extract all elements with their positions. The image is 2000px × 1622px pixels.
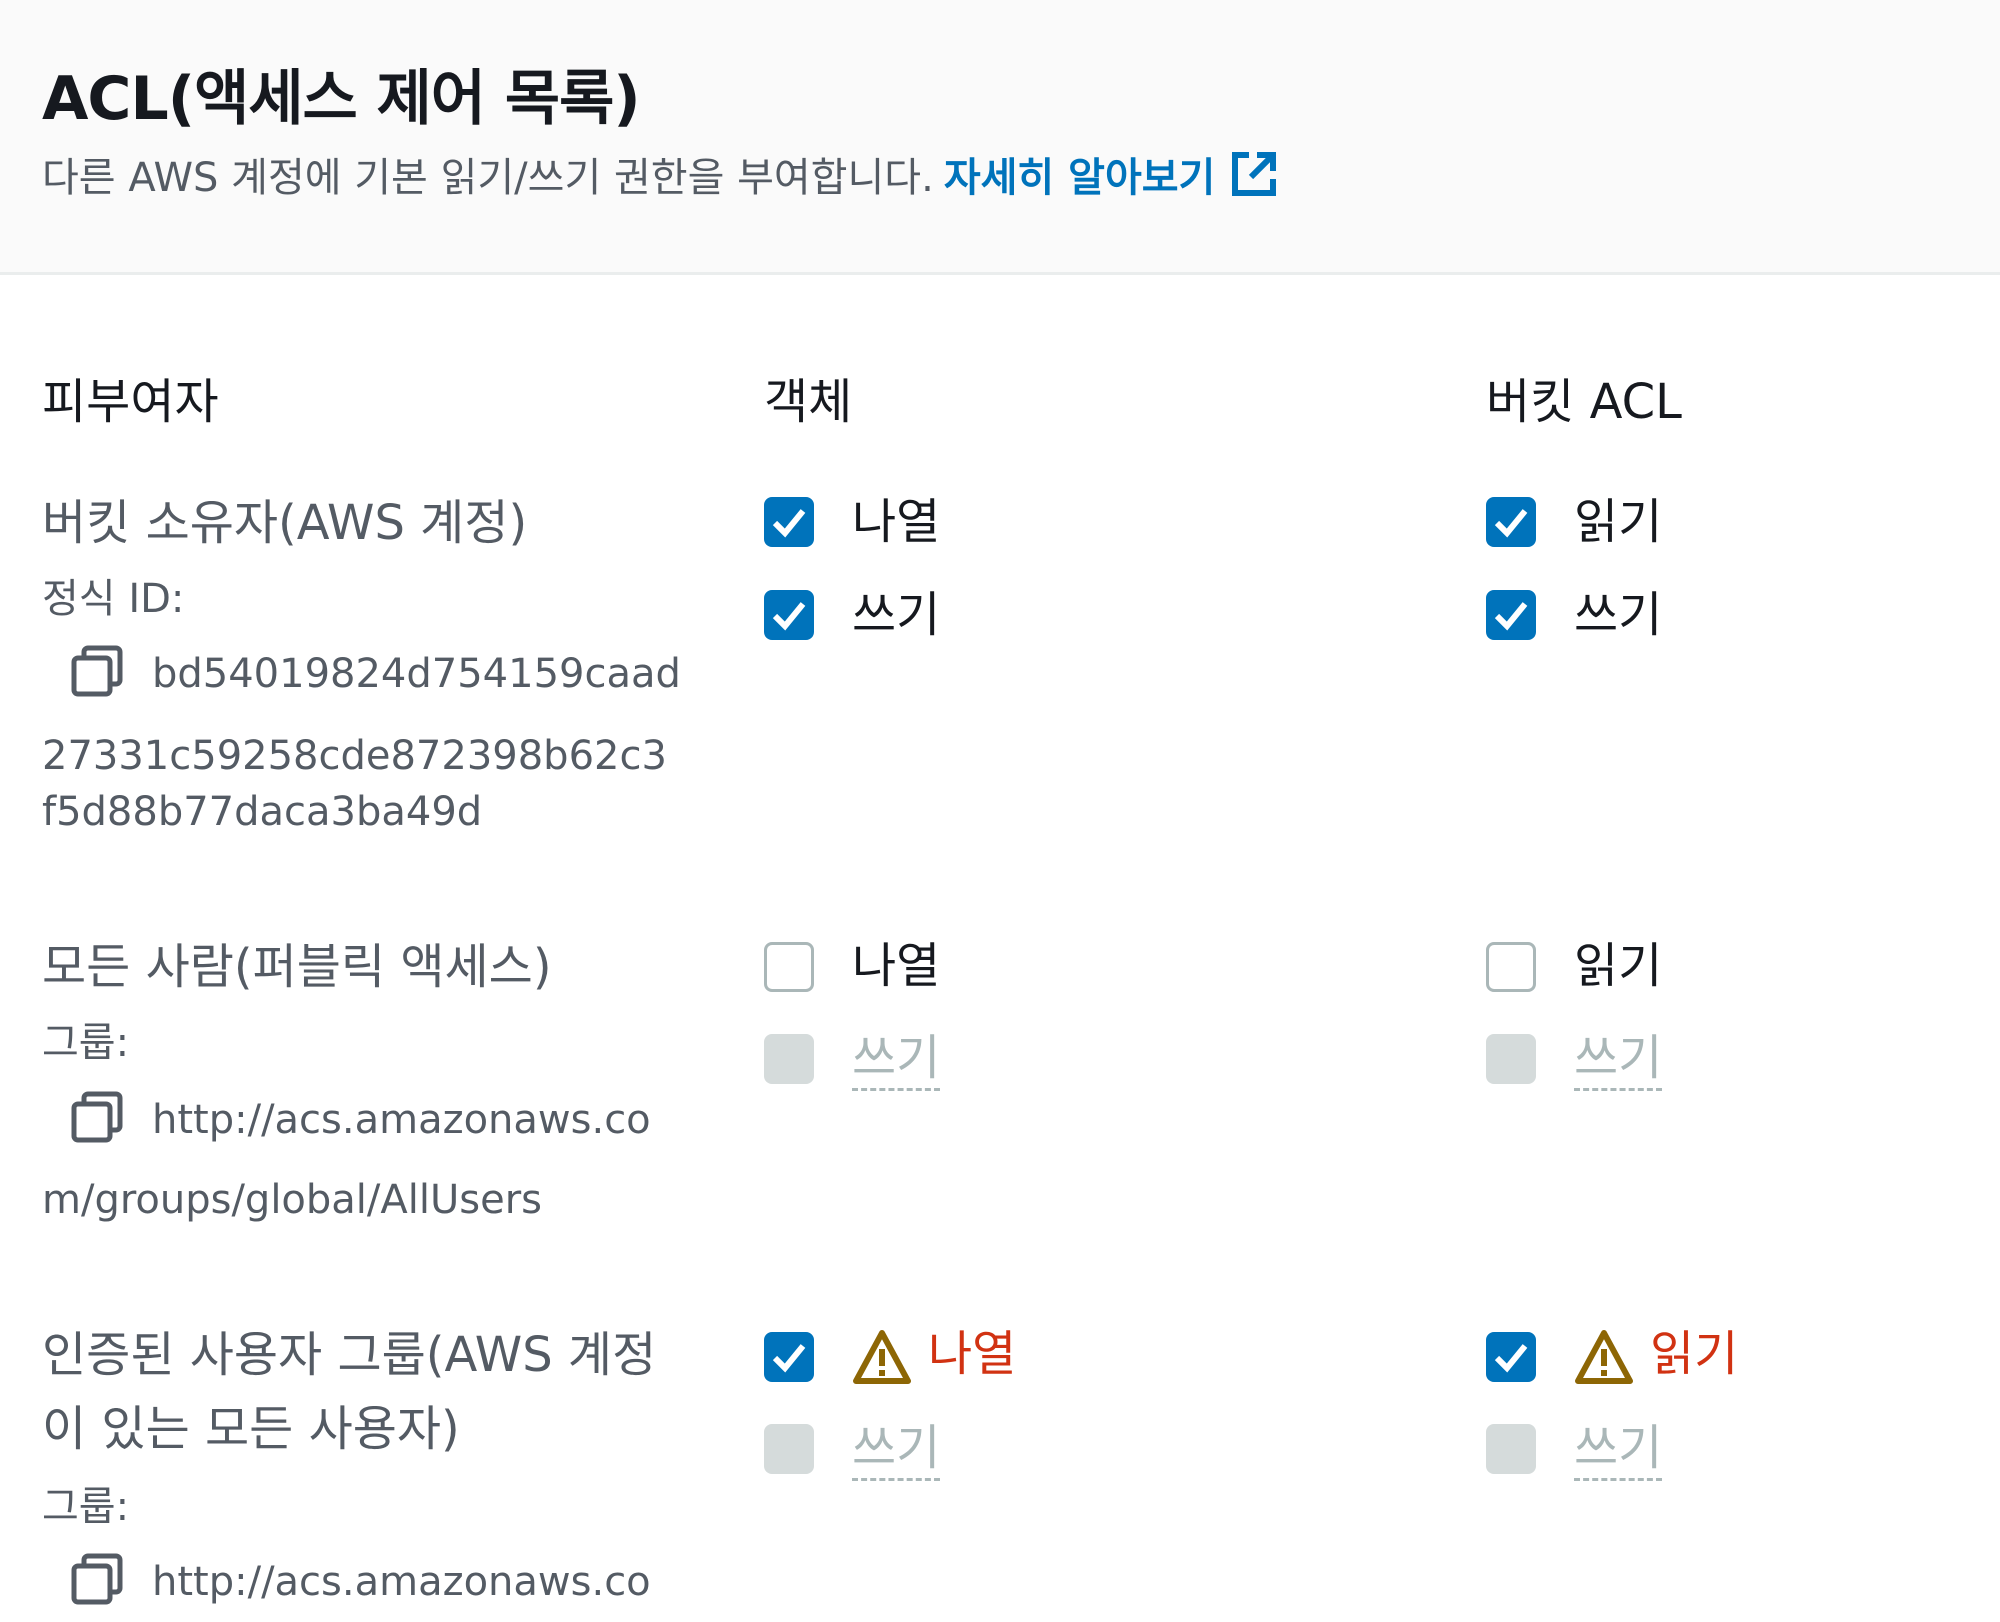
description-text: 다른 AWS 계정에 기본 읽기/쓰기 권한을 부여합니다. <box>42 155 934 201</box>
check-icon <box>1494 1344 1528 1373</box>
check-icon <box>772 1344 806 1373</box>
bucket-write-checkbox-disabled <box>1486 1424 1536 1474</box>
group-uri-line: http://acs.amazonaws.co <box>152 1097 651 1143</box>
group-uri-line: m/groups/global/AllUsers <box>42 1177 542 1223</box>
objects-list-label-warning[interactable]: 나열 <box>928 1326 1016 1382</box>
bucket-read-checkbox[interactable] <box>1486 497 1536 547</box>
warning-icon <box>1574 1328 1634 1390</box>
warning-icon <box>852 1328 912 1390</box>
objects-write-checkbox-disabled <box>764 1034 814 1084</box>
check-icon <box>772 509 806 538</box>
bucket-write-label[interactable]: 쓰기 <box>1574 587 1662 643</box>
page-title: ACL(액세스 제어 목록) <box>42 64 641 134</box>
copy-icon[interactable] <box>70 1090 124 1148</box>
bucket-read-label-warning[interactable]: 읽기 <box>1650 1326 1738 1382</box>
grantee-name: 버킷 소유자(AWS 계정) <box>42 495 528 551</box>
external-link-icon[interactable] <box>1229 149 1279 209</box>
learn-more-link[interactable]: 자세히 알아보기 <box>944 155 1216 201</box>
copy-icon[interactable] <box>70 1552 124 1610</box>
check-icon <box>1494 509 1528 538</box>
column-header-bucket-acl: 버킷 ACL <box>1486 374 1682 430</box>
canonical-id-line: bd54019824d754159caad <box>152 651 681 697</box>
canonical-id-line: f5d88b77daca3ba49d <box>42 789 483 835</box>
bucket-read-checkbox[interactable] <box>1486 1332 1536 1382</box>
group-uri-line: http://acs.amazonaws.co <box>152 1559 651 1605</box>
bucket-read-label[interactable]: 읽기 <box>1574 494 1662 550</box>
grantee-group-label: 그룹: <box>42 1484 130 1530</box>
column-header-objects: 객체 <box>764 374 853 430</box>
canonical-id-line: 27331c59258cde872398b62c3 <box>42 733 667 779</box>
description: 다른 AWS 계정에 기본 읽기/쓰기 권한을 부여합니다. 자세히 알아보기 <box>42 145 1279 209</box>
objects-write-label-disabled: 쓰기 <box>852 1030 941 1091</box>
acl-header: ACL(액세스 제어 목록) 다른 AWS 계정에 기본 읽기/쓰기 권한을 부… <box>0 0 2000 275</box>
bucket-read-checkbox[interactable] <box>1486 942 1536 992</box>
objects-list-checkbox[interactable] <box>764 1332 814 1382</box>
bucket-write-label-disabled: 쓰기 <box>1574 1420 1663 1481</box>
objects-write-checkbox[interactable] <box>764 590 814 640</box>
grantee-name-line2: 이 있는 모든 사용자) <box>42 1401 460 1457</box>
objects-list-label[interactable]: 나열 <box>852 494 940 550</box>
objects-write-checkbox-disabled <box>764 1424 814 1474</box>
objects-list-checkbox[interactable] <box>764 942 814 992</box>
grantee-group-label: 그룹: <box>42 1020 130 1066</box>
objects-write-label[interactable]: 쓰기 <box>852 587 940 643</box>
bucket-write-label-disabled: 쓰기 <box>1574 1030 1663 1091</box>
bucket-read-label[interactable]: 읽기 <box>1574 938 1662 994</box>
objects-list-label[interactable]: 나열 <box>852 938 940 994</box>
grantee-name: 모든 사람(퍼블릭 액세스) <box>42 939 552 995</box>
objects-list-checkbox[interactable] <box>764 497 814 547</box>
column-header-grantee: 피부여자 <box>42 374 219 430</box>
bucket-write-checkbox-disabled <box>1486 1034 1536 1084</box>
check-icon <box>772 602 806 631</box>
grantee-id-label: 정식 ID: <box>42 576 185 622</box>
objects-write-label-disabled: 쓰기 <box>852 1420 941 1481</box>
grantee-name-line1: 인증된 사용자 그룹(AWS 계정 <box>42 1327 657 1383</box>
bucket-write-checkbox[interactable] <box>1486 590 1536 640</box>
check-icon <box>1494 602 1528 631</box>
copy-icon[interactable] <box>70 644 124 702</box>
